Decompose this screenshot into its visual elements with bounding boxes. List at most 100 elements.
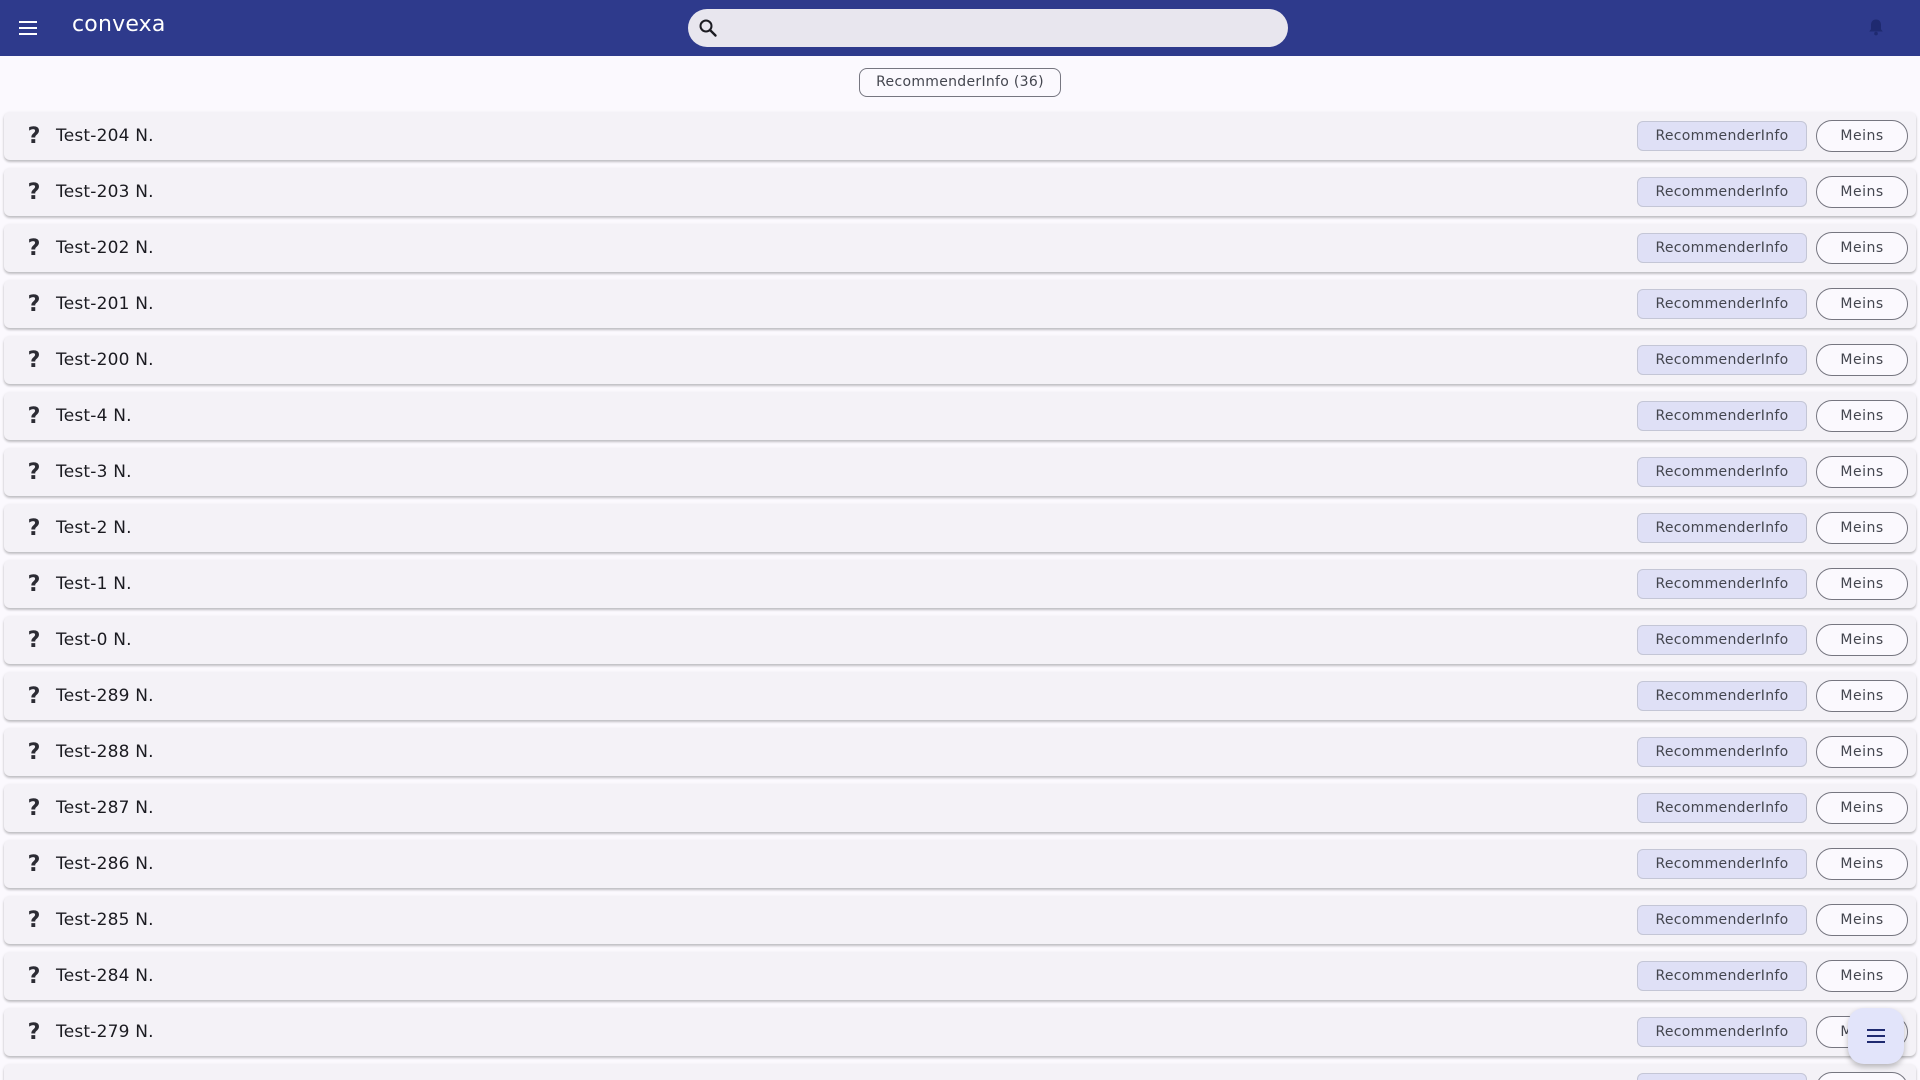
meins-button[interactable]: Meins — [1816, 288, 1908, 320]
recommenderinfo-tag[interactable] — [1637, 1073, 1807, 1080]
list-item[interactable]: ? Test-289 N. RecommenderInfo Meins — [4, 672, 1916, 720]
recommenderinfo-tag[interactable]: RecommenderInfo — [1637, 849, 1807, 879]
list-item-name: Test-4 N. — [56, 406, 132, 426]
list-item[interactable]: ? Test-1 N. RecommenderInfo Meins — [4, 560, 1916, 608]
meins-button[interactable]: Meins — [1816, 680, 1908, 712]
help-icon: ? — [27, 123, 41, 149]
help-icon: ? — [27, 627, 41, 653]
help-icon: ? — [27, 179, 41, 205]
list-item[interactable]: ? Test-284 N. RecommenderInfo Meins — [4, 952, 1916, 1000]
recommenderinfo-tag[interactable]: RecommenderInfo — [1637, 345, 1807, 375]
list-item[interactable]: ? Test-286 N. RecommenderInfo Meins — [4, 840, 1916, 888]
list-item-name: Test-0 N. — [56, 630, 132, 650]
meins-button[interactable]: Meins — [1816, 176, 1908, 208]
menu-icon — [19, 21, 37, 35]
meins-button[interactable]: Meins — [1816, 512, 1908, 544]
list-item[interactable]: ? Test-3 N. RecommenderInfo Meins — [4, 448, 1916, 496]
recommenderinfo-tag[interactable]: RecommenderInfo — [1637, 737, 1807, 767]
meins-button[interactable]: Meins — [1816, 904, 1908, 936]
help-icon: ? — [27, 291, 41, 317]
meins-button[interactable]: Meins — [1816, 848, 1908, 880]
help-icon: ? — [27, 571, 41, 597]
top-app-bar: convexa — [0, 0, 1920, 56]
bell-icon[interactable] — [1866, 17, 1886, 37]
list-item-name: Test-201 N. — [56, 294, 154, 314]
list-item-name: Test-286 N. — [56, 854, 154, 874]
list-item[interactable]: ? Test-285 N. RecommenderInfo Meins — [4, 896, 1916, 944]
help-icon: ? — [27, 795, 41, 821]
list-item[interactable]: ? Test-4 N. RecommenderInfo Meins — [4, 392, 1916, 440]
list-item[interactable]: ? Test-288 N. RecommenderInfo Meins — [4, 728, 1916, 776]
recommenderinfo-tag[interactable]: RecommenderInfo — [1637, 625, 1807, 655]
recommenderinfo-tag[interactable]: RecommenderInfo — [1637, 569, 1807, 599]
help-icon: ? — [27, 739, 41, 765]
recommenderinfo-tag[interactable]: RecommenderInfo — [1637, 233, 1807, 263]
recommenderinfo-tag[interactable]: RecommenderInfo — [1637, 681, 1807, 711]
app-title: convexa — [72, 12, 166, 37]
search-input[interactable] — [728, 9, 1276, 47]
meins-button[interactable]: Meins — [1816, 344, 1908, 376]
meins-button[interactable]: Meins — [1816, 232, 1908, 264]
list-item[interactable]: ? Test-287 N. RecommenderInfo Meins — [4, 784, 1916, 832]
meins-button[interactable]: Meins — [1816, 792, 1908, 824]
recommenderinfo-tag[interactable]: RecommenderInfo — [1637, 513, 1807, 543]
meins-button[interactable]: Meins — [1816, 736, 1908, 768]
list-item-name: Test-289 N. — [56, 686, 154, 706]
list-item-name: Test-203 N. — [56, 182, 154, 202]
help-icon: ? — [27, 907, 41, 933]
meins-button[interactable]: Meins — [1816, 400, 1908, 432]
list-item[interactable]: ? Test-0 N. RecommenderInfo Meins — [4, 616, 1916, 664]
filter-bar: RecommenderInfo (36) — [0, 56, 1920, 108]
list-item-name: Test-3 N. — [56, 462, 132, 482]
meins-button[interactable]: Meins — [1816, 120, 1908, 152]
help-icon — [22, 1076, 46, 1080]
list-item-name: Test-2 N. — [56, 518, 132, 538]
list-item-name: Test-1 N. — [56, 574, 132, 594]
recommenderinfo-tag[interactable]: RecommenderInfo — [1637, 121, 1807, 151]
list-item-name: Test-200 N. — [56, 350, 154, 370]
search-bar[interactable] — [688, 9, 1288, 47]
list-item[interactable]: ? Test-201 N. RecommenderInfo Meins — [4, 280, 1916, 328]
meins-button[interactable] — [1816, 1072, 1908, 1080]
menu-icon — [1867, 1029, 1885, 1043]
meins-button[interactable]: Meins — [1816, 568, 1908, 600]
list-item[interactable]: ? Test-202 N. RecommenderInfo Meins — [4, 224, 1916, 272]
meins-button[interactable]: Meins — [1816, 624, 1908, 656]
list-item[interactable]: ? Test-203 N. RecommenderInfo Meins — [4, 168, 1916, 216]
search-icon — [699, 19, 717, 37]
help-icon: ? — [27, 851, 41, 877]
list-item[interactable]: ? Test-200 N. RecommenderInfo Meins — [4, 336, 1916, 384]
recommenderinfo-tag[interactable]: RecommenderInfo — [1637, 905, 1807, 935]
list-item[interactable]: ?Test-279 N.RecommenderInfoMeins — [4, 1008, 1916, 1056]
meins-button[interactable]: Meins — [1816, 456, 1908, 488]
list-item[interactable] — [4, 1064, 1916, 1080]
help-icon: ? — [27, 683, 41, 709]
recommenderinfo-tag[interactable]: RecommenderInfo — [1637, 177, 1807, 207]
list-item-name: Test-287 N. — [56, 798, 154, 818]
list-item-name: Test-288 N. — [56, 742, 154, 762]
help-icon: ? — [27, 515, 41, 541]
help-icon: ? — [27, 459, 41, 485]
recommenderinfo-tag[interactable]: RecommenderInfo — [1637, 793, 1807, 823]
recommenderinfo-tag[interactable]: RecommenderInfo — [1637, 1017, 1807, 1047]
recommenderinfo-tag[interactable]: RecommenderInfo — [1637, 961, 1807, 991]
list-item-name: Test-202 N. — [56, 238, 154, 258]
recommenderinfo-tag[interactable]: RecommenderInfo — [1637, 289, 1807, 319]
list-item-name: Test-284 N. — [56, 966, 154, 986]
list-item[interactable]: ? Test-2 N. RecommenderInfo Meins — [4, 504, 1916, 552]
menu-button[interactable] — [14, 14, 42, 42]
help-icon: ? — [27, 347, 41, 373]
meins-button[interactable]: Meins — [1816, 960, 1908, 992]
floating-menu-button[interactable] — [1848, 1008, 1904, 1064]
help-icon: ? — [27, 235, 41, 261]
help-icon: ? — [27, 403, 41, 429]
help-icon: ? — [27, 1019, 41, 1045]
recommenderinfo-tag[interactable]: RecommenderInfo — [1637, 457, 1807, 487]
list-item[interactable]: ? Test-204 N. RecommenderInfo Meins — [4, 112, 1916, 160]
filter-chip-recommenderinfo[interactable]: RecommenderInfo (36) — [859, 67, 1061, 97]
recommenderinfo-tag[interactable]: RecommenderInfo — [1637, 401, 1807, 431]
contact-list: ? Test-204 N. RecommenderInfo Meins? Test-20… — [4, 112, 1916, 1080]
help-icon: ? — [27, 963, 41, 989]
list-item-name: Test-285 N. — [56, 910, 154, 930]
list-item-name: Test-279 N. — [56, 1022, 154, 1042]
